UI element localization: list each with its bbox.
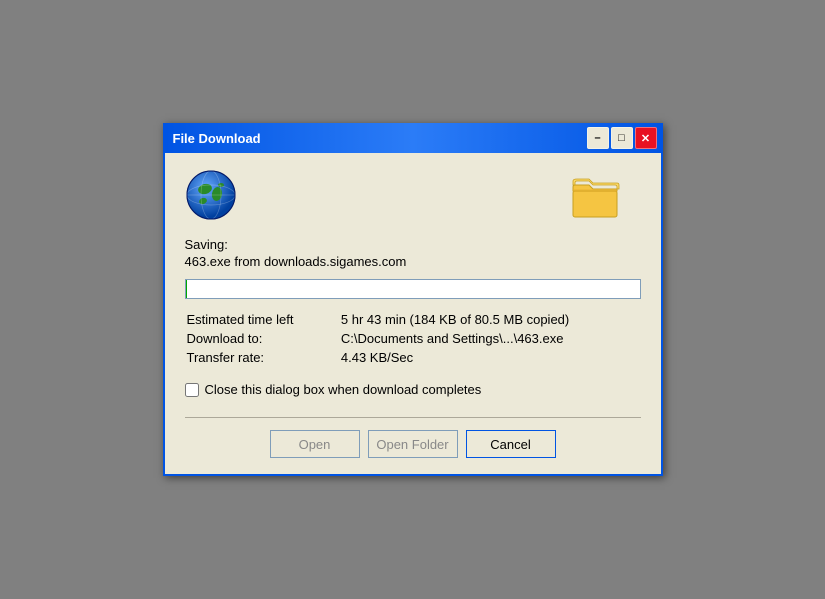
cancel-button[interactable]: Cancel — [466, 430, 556, 458]
details-table: Estimated time left 5 hr 43 min (184 KB … — [185, 309, 641, 368]
file-download-window: File Download – □ ✕ — [163, 123, 663, 476]
button-row: Open Open Folder Cancel — [185, 430, 641, 458]
minimize-button[interactable]: – — [587, 127, 609, 149]
close-dialog-checkbox[interactable] — [185, 383, 199, 397]
progress-bar-fill — [186, 280, 187, 298]
estimated-time-value: 5 hr 43 min (184 KB of 80.5 MB copied) — [341, 311, 639, 328]
close-button[interactable]: ✕ — [635, 127, 657, 149]
info-section: Saving: 463.exe from downloads.sigames.c… — [185, 237, 641, 269]
download-to-row: Download to: C:\Documents and Settings\.… — [187, 330, 639, 347]
open-folder-button[interactable]: Open Folder — [368, 430, 458, 458]
open-button[interactable]: Open — [270, 430, 360, 458]
close-dialog-checkbox-row: Close this dialog box when download comp… — [185, 382, 641, 397]
close-dialog-label[interactable]: Close this dialog box when download comp… — [205, 382, 482, 397]
download-to-label: Download to: — [187, 330, 339, 347]
icons-row — [185, 169, 641, 221]
estimated-time-row: Estimated time left 5 hr 43 min (184 KB … — [187, 311, 639, 328]
globe-icon — [185, 169, 237, 221]
estimated-time-label: Estimated time left — [187, 311, 339, 328]
title-bar-controls: – □ ✕ — [587, 127, 657, 149]
progress-bar-container — [185, 279, 641, 299]
saving-label: Saving: — [185, 237, 641, 252]
download-to-value: C:\Documents and Settings\...\463.exe — [341, 330, 639, 347]
filename-label: 463.exe from downloads.sigames.com — [185, 254, 641, 269]
divider — [185, 417, 641, 418]
transfer-rate-label: Transfer rate: — [187, 349, 339, 366]
maximize-button[interactable]: □ — [611, 127, 633, 149]
folder-icon — [569, 169, 621, 221]
title-bar: File Download – □ ✕ — [165, 123, 661, 153]
transfer-rate-value: 4.43 KB/Sec — [341, 349, 639, 366]
transfer-rate-row: Transfer rate: 4.43 KB/Sec — [187, 349, 639, 366]
window-title: File Download — [173, 131, 261, 146]
window-body: Saving: 463.exe from downloads.sigames.c… — [165, 153, 661, 474]
